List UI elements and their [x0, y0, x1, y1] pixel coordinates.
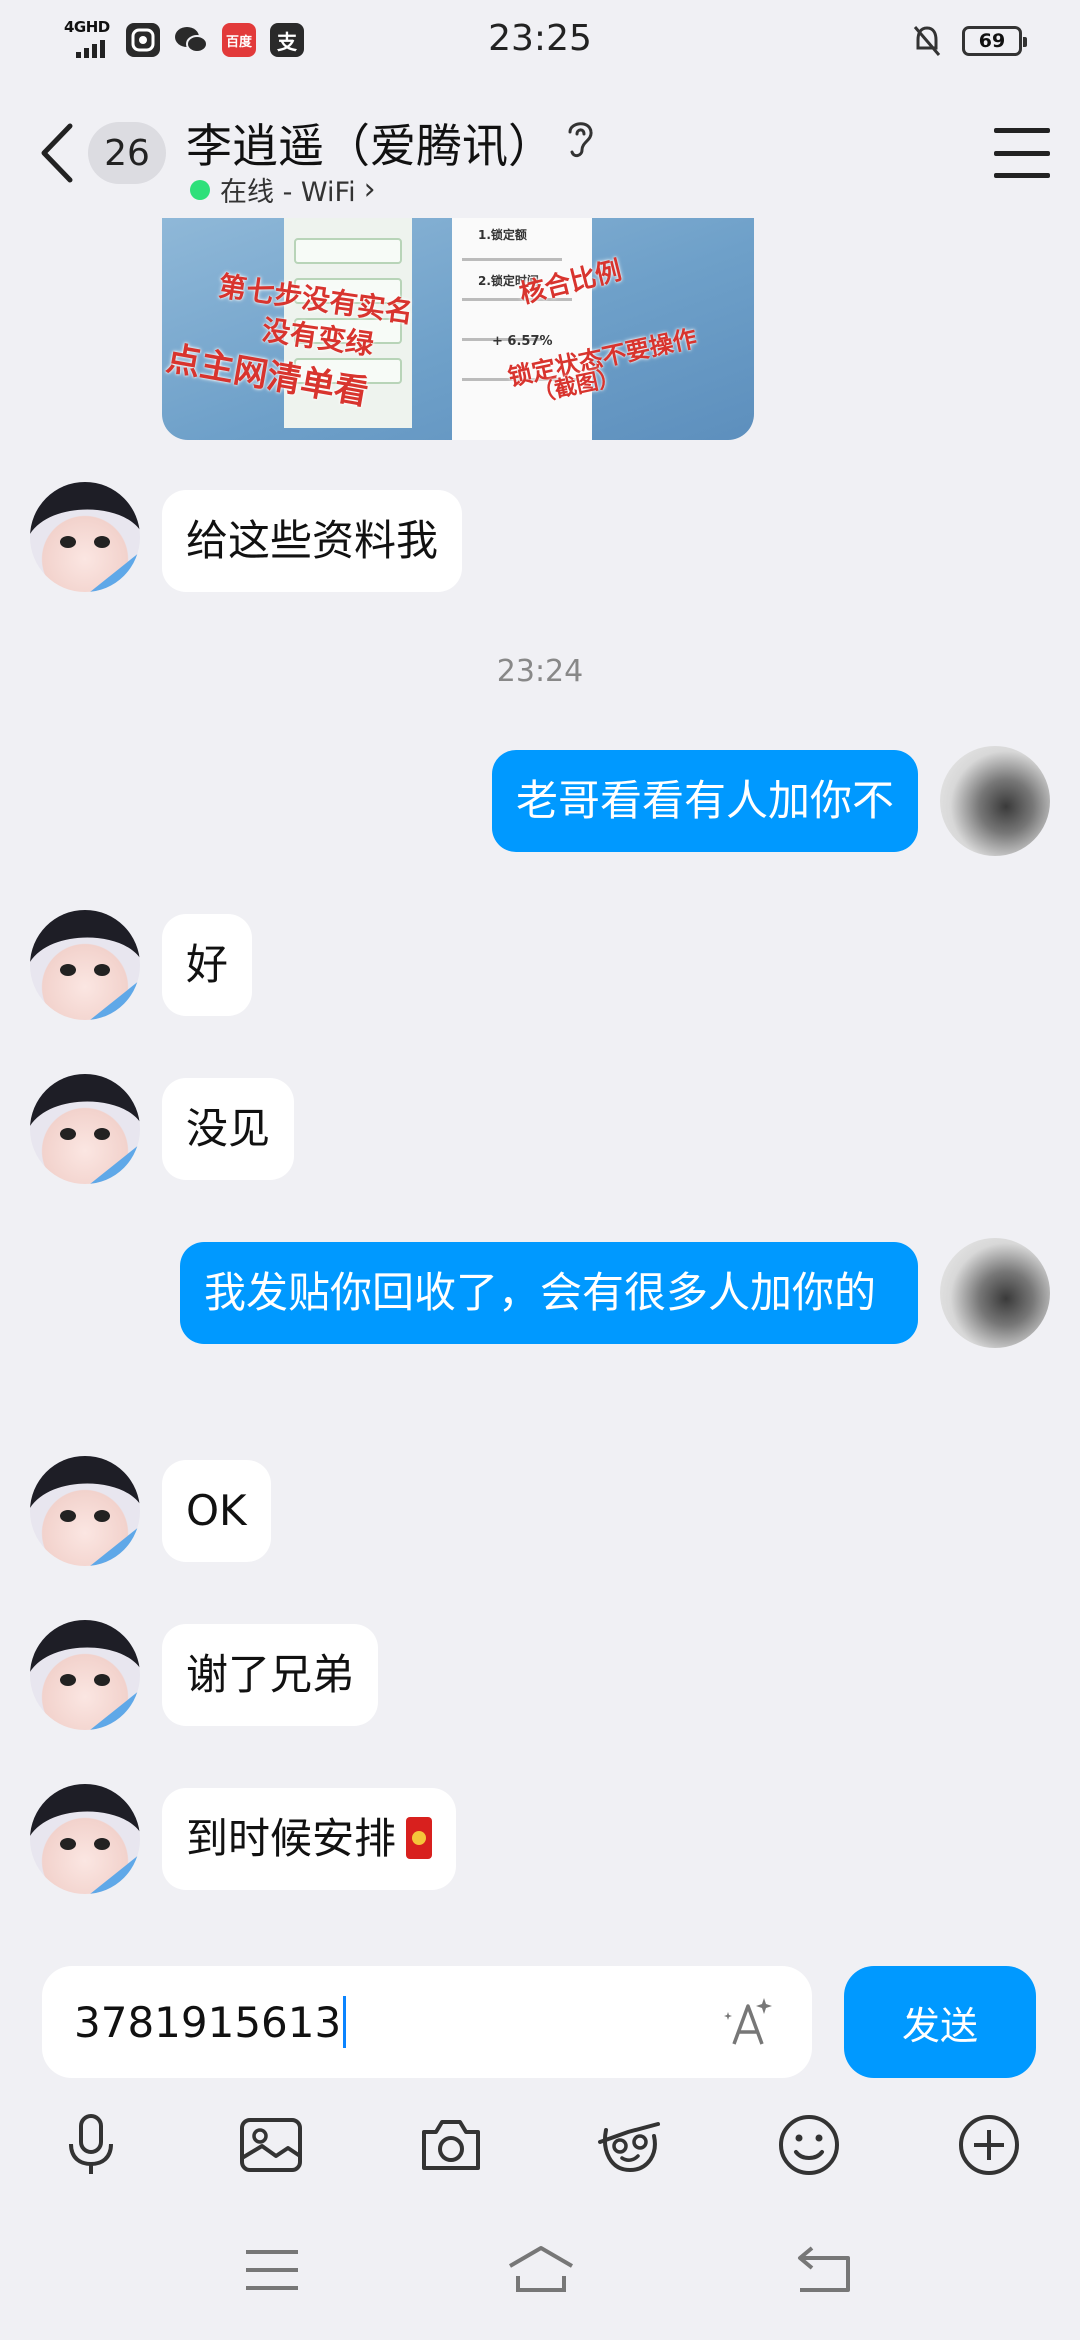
microphone-icon[interactable]: [56, 2110, 126, 2180]
input-bar: 3781915613 发送: [0, 1948, 1080, 2088]
chevron-right-icon: ›: [363, 172, 376, 207]
status-right: 69: [912, 24, 1027, 58]
message-bubble-incoming[interactable]: 给这些资料我: [162, 490, 463, 592]
message-input-value: 3781915613: [74, 1997, 342, 2047]
recent-apps-icon[interactable]: [240, 2242, 304, 2298]
home-icon[interactable]: [506, 2242, 576, 2298]
ai-text-style-icon[interactable]: [720, 1994, 776, 2050]
message-list[interactable]: 1.锁定额 2.锁定时间 + 6.57% 核合比例 第七步没有实名 没有变绿 点…: [0, 218, 1080, 1948]
camera-icon[interactable]: [416, 2110, 486, 2180]
contact-avatar[interactable]: [30, 1784, 140, 1894]
online-status-icon: [190, 179, 210, 200]
message-bubble-outgoing[interactable]: 我发贴你回收了，会有很多人加你的: [180, 1242, 918, 1344]
image-caption: 1.锁定额: [478, 228, 527, 242]
contact-avatar[interactable]: [30, 482, 140, 592]
message-bubble-incoming[interactable]: OK: [162, 1460, 271, 1562]
ear-icon[interactable]: [562, 116, 598, 160]
message-timestamp: 23:24: [496, 654, 584, 689]
message-bubble-incoming[interactable]: 没见: [162, 1078, 295, 1180]
message-bubble-outgoing[interactable]: 老哥看看有人加你不: [491, 750, 918, 852]
plus-icon[interactable]: [954, 2110, 1024, 2180]
toolbar: [0, 2088, 1080, 2198]
back-button[interactable]: [36, 120, 76, 186]
message-bubble-incoming[interactable]: 到时候安排: [162, 1788, 457, 1890]
emoji-icon[interactable]: [774, 2110, 844, 2180]
text-caret: [343, 1996, 347, 2048]
image-message[interactable]: 1.锁定额 2.锁定时间 + 6.57% 核合比例 第七步没有实名 没有变绿 点…: [162, 218, 754, 440]
message-bubble-incoming[interactable]: 好: [162, 914, 253, 1016]
status-text: 在线 - WiFi: [220, 177, 356, 208]
contact-status[interactable]: 在线 - WiFi ›: [190, 170, 376, 209]
contact-avatar[interactable]: [30, 1074, 140, 1184]
image-screenshot-right: [452, 218, 592, 440]
contact-avatar[interactable]: [30, 910, 140, 1020]
red-packet-emoji-icon: [406, 1817, 433, 1859]
contact-name[interactable]: 李逍遥（爱腾讯）: [186, 110, 554, 176]
sticker-icon[interactable]: [594, 2110, 664, 2180]
image-icon[interactable]: [236, 2110, 306, 2180]
send-button[interactable]: 发送: [844, 1966, 1036, 2078]
message-text: 到时候安排: [186, 1814, 397, 1863]
my-avatar[interactable]: [940, 1238, 1050, 1348]
menu-button[interactable]: [994, 128, 1050, 178]
image-caption: + 6.57%: [492, 334, 553, 349]
unread-count-badge[interactable]: 26: [88, 122, 166, 184]
contact-avatar[interactable]: [30, 1456, 140, 1566]
my-avatar[interactable]: [940, 746, 1050, 856]
contact-avatar[interactable]: [30, 1620, 140, 1730]
battery-level: 69: [978, 30, 1006, 52]
mute-bell-icon: [912, 24, 942, 58]
system-nav-bar: [0, 2198, 1080, 2340]
message-input[interactable]: 3781915613: [42, 1966, 812, 2078]
back-icon[interactable]: [792, 2242, 856, 2298]
battery-icon: 69: [962, 26, 1027, 56]
message-bubble-incoming[interactable]: 谢了兄弟: [162, 1624, 379, 1726]
chat-header: 26 李逍遥（爱腾讯） 在线 - WiFi ›: [0, 82, 1080, 218]
chevron-left-icon: [41, 123, 73, 183]
status-bar: 4GHD 百度 支 23:25 69: [0, 0, 1080, 82]
